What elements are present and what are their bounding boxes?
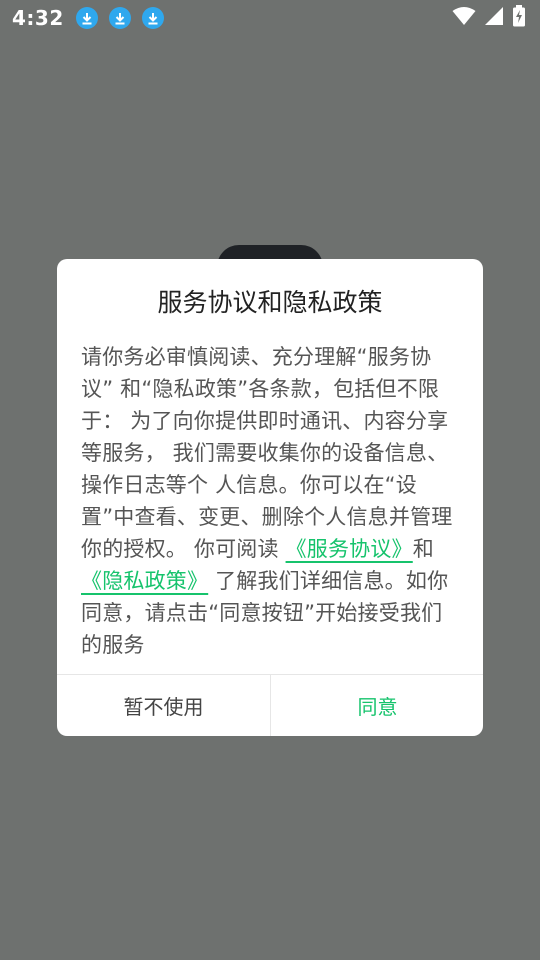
wifi-icon [452,6,476,30]
body-text-and: 和 [412,537,434,561]
status-time: 4:32 [12,6,64,30]
privacy-policy-link[interactable]: 《隐私政策》 [81,569,208,593]
service-agreement-link[interactable]: 《服务协议》 [286,537,413,561]
download-icon [141,7,164,29]
dialog-title: 服务协议和隐私政策 [157,288,383,317]
status-bar: 4:32 [0,0,540,36]
cell-signal-icon [484,6,504,30]
agree-button[interactable]: 同意 [271,675,483,736]
decline-button[interactable]: 暂不使用 [57,675,270,736]
download-icon [108,7,131,29]
download-icon [75,7,98,29]
privacy-policy-dialog: 服务协议和隐私政策 请你务必审慎阅读、充分理解“服务协议” 和“隐私政策”各条款… [57,259,483,736]
status-icons [452,5,526,31]
dialog-body: 请你务必审慎阅读、充分理解“服务协议” 和“隐私政策”各条款，包括但不限于： 为… [81,341,463,661]
battery-charging-icon [512,5,526,31]
body-text: 请你务必审慎阅读、充分理解“服务协议” 和“隐私政策”各条款，包括但不限于： 为… [81,345,453,561]
